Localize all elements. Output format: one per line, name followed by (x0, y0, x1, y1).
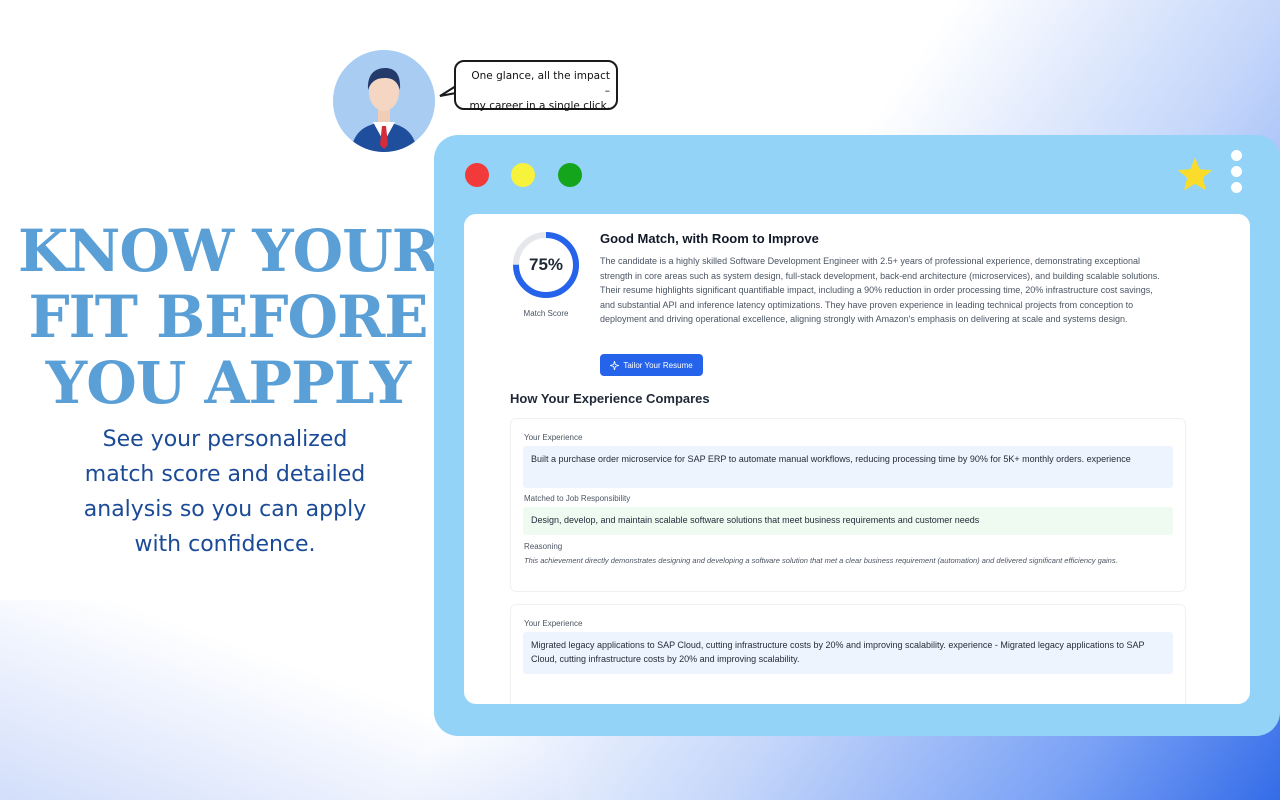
minimize-button[interactable] (511, 163, 535, 187)
headline-line: YOU APPLY (45, 349, 411, 417)
businessman-icon (333, 50, 435, 152)
content-panel: 75% Match Score Good Match, with Room to… (464, 214, 1250, 704)
subhead-line: analysis so you can apply (83, 497, 367, 522)
avatar (333, 50, 435, 152)
hero-headline: KNOW YOUR FIT BEFORE YOU APPLY (18, 217, 440, 417)
sparkle-icon (610, 360, 620, 370)
subhead-line: with confidence. (134, 532, 316, 557)
experience-text: Migrated legacy applications to SAP Clou… (523, 632, 1173, 674)
close-button[interactable] (465, 163, 489, 187)
matched-responsibility: Design, develop, and maintain scalable s… (523, 507, 1173, 535)
maximize-button[interactable] (558, 163, 582, 187)
tailor-resume-button[interactable]: Tailor Your Resume (600, 354, 703, 376)
quote-line: One glance, all the impact – (471, 70, 610, 97)
match-title: Good Match, with Room to Improve (600, 231, 819, 246)
headline-line: FIT BEFORE (28, 283, 428, 351)
experience-label: Your Experience (524, 433, 583, 442)
hero-subhead: See your personalized match score and de… (40, 422, 410, 562)
matched-label: Matched to Job Responsibility (524, 494, 631, 503)
headline-line: KNOW YOUR (18, 217, 440, 285)
match-score-value: 75% (528, 255, 564, 274)
speech-bubble: One glance, all the impact – my career i… (454, 60, 618, 112)
match-score-label: Match Score (523, 309, 569, 318)
more-menu-icon[interactable] (1231, 150, 1243, 200)
match-summary: The candidate is a highly skilled Softwa… (600, 256, 1160, 324)
experience-label: Your Experience (524, 619, 583, 628)
reasoning-label: Reasoning (524, 542, 563, 551)
subhead-line: match score and detailed (84, 462, 366, 487)
experience-card: Your Experience Built a purchase order m… (510, 418, 1186, 592)
star-icon[interactable] (1176, 156, 1214, 192)
subhead-line: See your personalized (102, 427, 348, 452)
quote-line: my career in a single click. (469, 100, 610, 112)
experience-card: Your Experience Migrated legacy applicat… (510, 604, 1186, 704)
experience-text: Built a purchase order microservice for … (523, 446, 1173, 488)
reasoning-text: This achievement directly demonstrates d… (524, 556, 1118, 565)
tailor-resume-label: Tailor Your Resume (623, 360, 693, 370)
compare-title: How Your Experience Compares (510, 391, 710, 406)
